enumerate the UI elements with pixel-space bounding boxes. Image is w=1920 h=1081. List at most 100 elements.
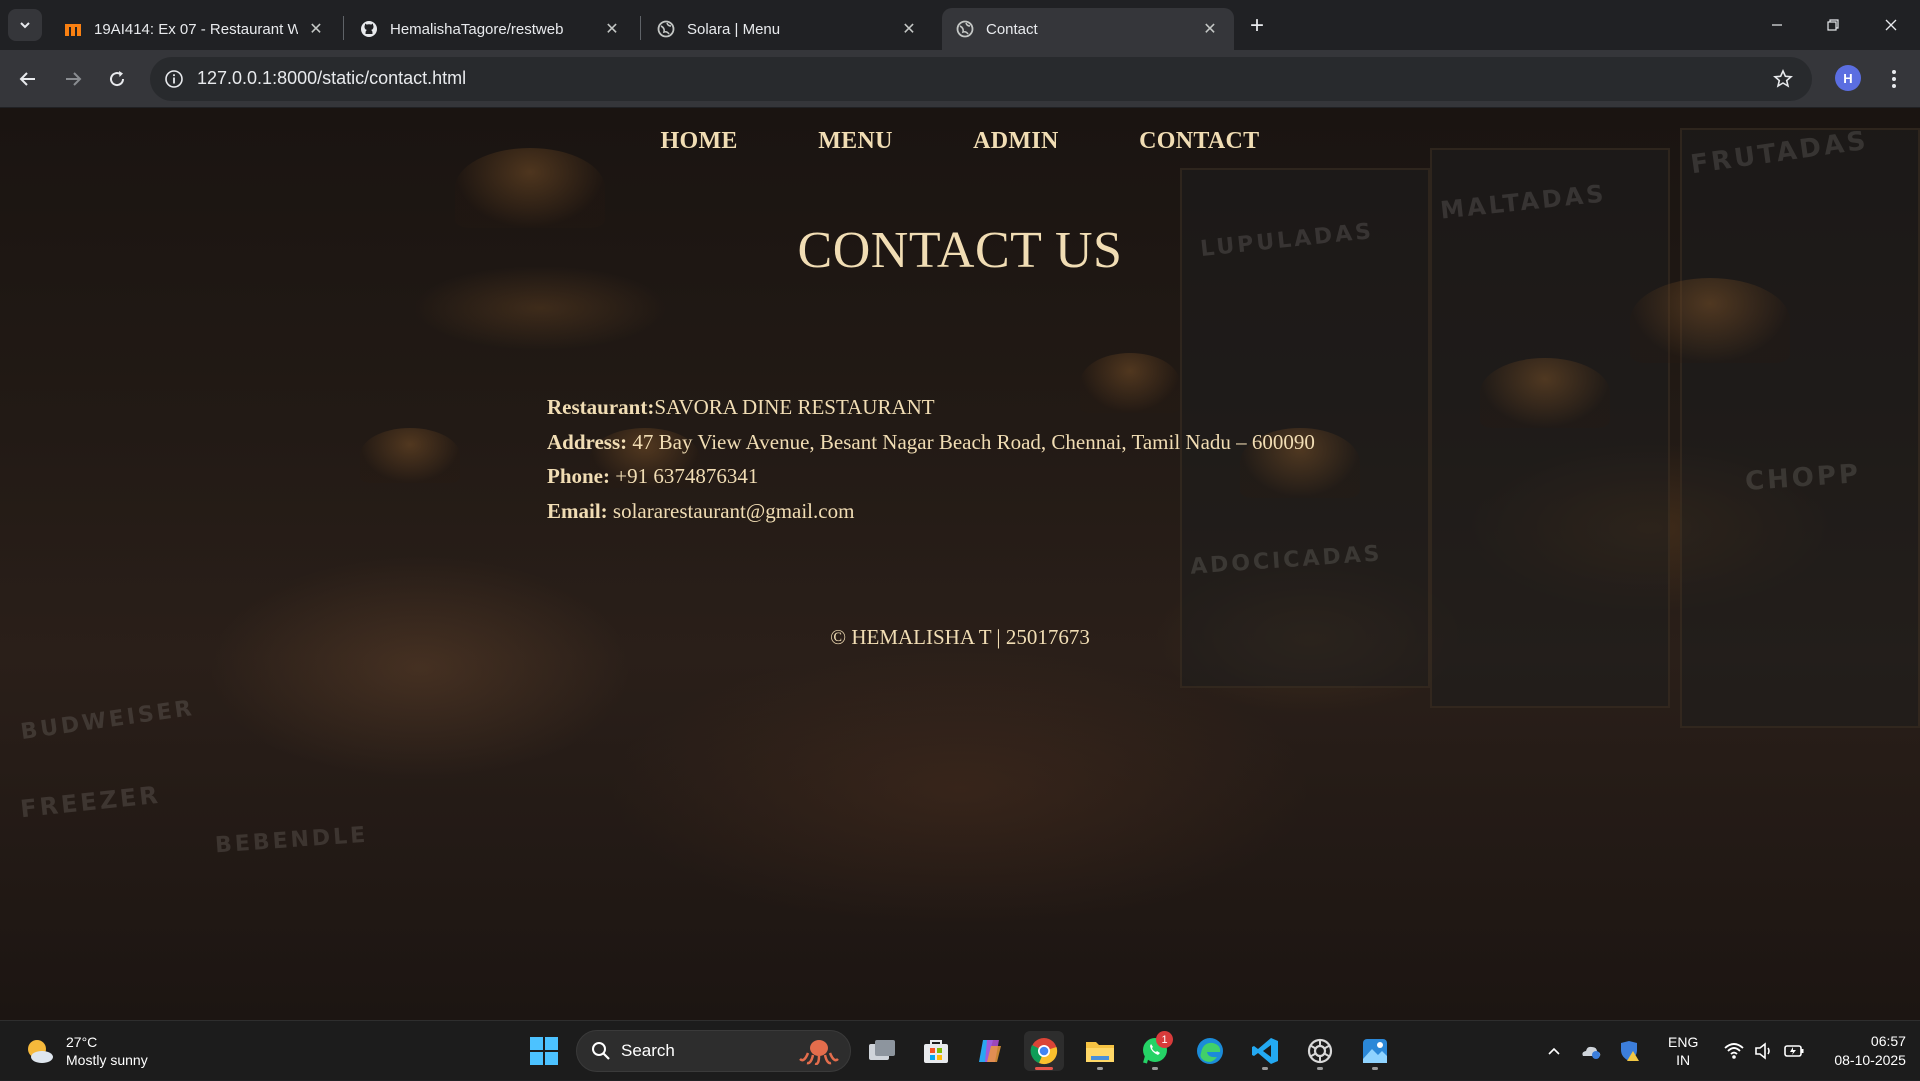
vscode-button[interactable]	[1245, 1031, 1285, 1071]
github-icon	[360, 20, 378, 38]
chrome-icon	[1030, 1038, 1058, 1065]
chevron-up-icon[interactable]	[1540, 1043, 1568, 1059]
tab-title: Contact	[986, 20, 1038, 38]
globe-icon	[956, 20, 974, 38]
volume-icon[interactable]	[1754, 1042, 1774, 1060]
tab-title: Solara | Menu	[687, 20, 781, 38]
running-indicator	[1152, 1067, 1158, 1070]
reload-icon	[110, 71, 125, 87]
browser-toolbar: 127.0.0.1:8000/static/contact.html H	[0, 50, 1920, 108]
partly-sunny-icon	[28, 1040, 53, 1063]
notification-badge: 1	[1156, 1031, 1173, 1048]
copilot-button[interactable]	[970, 1031, 1010, 1071]
running-indicator	[1372, 1067, 1378, 1070]
running-indicator	[1097, 1067, 1103, 1070]
phone-line: Phone: +91 6374876341	[547, 459, 1315, 494]
onedrive-icon[interactable]	[1574, 1041, 1608, 1061]
restore-button[interactable]	[1818, 10, 1848, 40]
nav-link-home[interactable]: HOME	[661, 128, 738, 155]
browser-menu-button[interactable]	[1882, 64, 1906, 94]
close-icon[interactable]: ✕	[602, 19, 622, 39]
input-language[interactable]: ENG IN	[1668, 1033, 1698, 1069]
chrome-taskbar-button[interactable]	[1024, 1031, 1064, 1071]
search-icon	[592, 1042, 610, 1060]
minimize-icon	[1772, 24, 1782, 26]
new-tab-button[interactable]: +	[1243, 12, 1271, 40]
edge-icon	[1197, 1038, 1223, 1064]
restaurant-line: Restaurant:SAVORA DINE RESTAURANT	[547, 390, 1315, 425]
tab-solara-menu[interactable]: Solara | Menu ✕	[643, 8, 933, 50]
forward-button[interactable]	[57, 63, 89, 95]
back-button[interactable]	[12, 63, 44, 95]
clock[interactable]: 06:57 08-10-2025	[1834, 1032, 1906, 1070]
weather-temperature: 27°C	[66, 1034, 98, 1050]
folder-icon	[1086, 1042, 1114, 1062]
nav-link-menu[interactable]: MENU	[818, 128, 893, 155]
email-label: Email:	[547, 498, 608, 523]
search-label: Search	[621, 1041, 675, 1060]
task-view-button[interactable]	[862, 1031, 902, 1071]
clock-time: 06:57	[1870, 1033, 1906, 1049]
windows-logo-icon	[530, 1037, 558, 1065]
running-indicator	[1262, 1067, 1268, 1070]
close-icon	[1885, 19, 1897, 31]
tab-contact[interactable]: Contact ✕	[942, 8, 1234, 50]
microsoft-store-button[interactable]	[916, 1031, 956, 1071]
edge-button[interactable]	[1190, 1031, 1230, 1071]
close-icon[interactable]: ✕	[306, 19, 326, 39]
minimize-button[interactable]	[1762, 10, 1792, 40]
file-explorer-button[interactable]	[1080, 1031, 1120, 1071]
info-icon[interactable]	[163, 68, 185, 90]
taskbar-search[interactable]: Search	[576, 1030, 851, 1072]
photos-icon	[1363, 1039, 1387, 1063]
restaurant-name: SAVORA DINE RESTAURANT	[654, 395, 935, 419]
email-value: solararestaurant@gmail.com	[607, 498, 855, 523]
bookmark-star-icon[interactable]	[1771, 67, 1795, 91]
tab-search-button[interactable]	[8, 9, 42, 41]
phone-label: Phone:	[547, 464, 610, 488]
email-line: Email: solararestaurant@gmail.com	[547, 494, 1315, 529]
globe-icon	[657, 20, 675, 38]
tab-github[interactable]: HemalishaTagore/restweb ✕	[346, 8, 636, 50]
system-tray: ENG IN 06:57 08-10-2025	[1540, 1021, 1906, 1081]
language-code: ENG	[1668, 1034, 1699, 1050]
battery-icon[interactable]	[1784, 1042, 1806, 1060]
chatgpt-button[interactable]	[1300, 1031, 1340, 1071]
weather-widget[interactable]: 27°C Mostly sunny	[22, 1033, 148, 1069]
contact-details: Restaurant:SAVORA DINE RESTAURANT Addres…	[547, 390, 1315, 528]
octopus-icon	[798, 1037, 840, 1066]
running-indicator	[1317, 1067, 1323, 1070]
address-label: Address:	[547, 429, 628, 454]
nav-link-contact[interactable]: CONTACT	[1139, 128, 1259, 155]
profile-avatar[interactable]: H	[1835, 65, 1861, 91]
whatsapp-button[interactable]: 1	[1135, 1031, 1175, 1071]
wifi-icon[interactable]	[1724, 1042, 1744, 1060]
more-vertical-icon	[1892, 70, 1896, 88]
vscode-icon	[1252, 1038, 1278, 1064]
weather-condition: Mostly sunny	[66, 1052, 148, 1068]
photos-button[interactable]	[1355, 1031, 1395, 1071]
url-text[interactable]: 127.0.0.1:8000/static/contact.html	[197, 68, 466, 89]
start-button[interactable]	[524, 1031, 564, 1071]
tab-course[interactable]: 19AI414: Ex 07 - Restaurant We ✕	[50, 8, 340, 50]
region-code: IN	[1676, 1052, 1691, 1068]
nav-link-admin[interactable]: ADMIN	[973, 128, 1059, 155]
site-navigation: HOME MENU ADMIN CONTACT	[0, 128, 1920, 155]
window-close-button[interactable]	[1876, 10, 1906, 40]
phone-value: +91 6374876341	[610, 464, 759, 488]
clock-date: 08-10-2025	[1834, 1052, 1906, 1068]
restore-icon	[1827, 19, 1839, 31]
reload-button[interactable]	[101, 63, 133, 95]
restaurant-label: Restaurant:	[547, 395, 655, 419]
tab-separator	[640, 16, 641, 40]
close-icon[interactable]: ✕	[899, 19, 919, 39]
active-indicator	[1035, 1067, 1053, 1070]
arrow-left-icon	[19, 72, 35, 86]
tab-separator	[343, 16, 344, 40]
security-warning-icon[interactable]	[1612, 1040, 1646, 1062]
windows-taskbar: 27°C Mostly sunny Search 1 ENG IN 06:57 …	[0, 1020, 1920, 1080]
task-view-icon	[869, 1040, 895, 1060]
address-bar[interactable]: 127.0.0.1:8000/static/contact.html	[150, 57, 1812, 101]
close-icon[interactable]: ✕	[1200, 19, 1220, 39]
browser-tab-strip: 19AI414: Ex 07 - Restaurant We ✕ Hemalis…	[0, 0, 1920, 50]
